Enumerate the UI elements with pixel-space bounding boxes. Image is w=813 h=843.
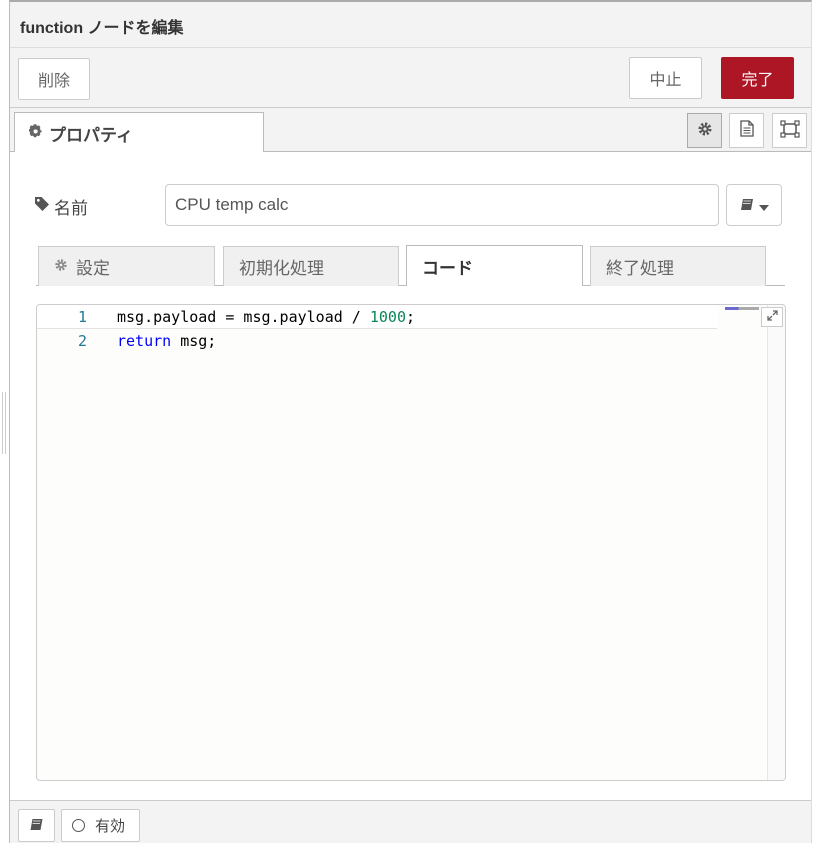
gear-icon xyxy=(28,124,43,142)
code-text: msg.payload = msg.payload / 1000; xyxy=(117,305,415,329)
subtab-finalize-label: 終了処理 xyxy=(606,259,674,279)
dialog-footer: 有効 xyxy=(10,800,811,843)
tab-properties[interactable]: プロパティ xyxy=(14,112,264,153)
gear-icon xyxy=(697,121,713,141)
enable-toggle-label: 有効 xyxy=(95,817,126,835)
code-text: return msg; xyxy=(117,329,216,353)
name-label-text: 名前 xyxy=(54,199,88,219)
name-label: 名前 xyxy=(34,194,88,219)
expand-editor-button[interactable] xyxy=(761,307,783,327)
done-button[interactable]: 完了 xyxy=(721,57,794,99)
code-line-1-text: msg.payload = msg.payload / 1000; xyxy=(117,308,416,326)
function-subtabs: 設定 初期化処理 コード 終了処理 xyxy=(36,245,785,286)
code-editor[interactable]: 1 msg.payload = msg.payload / 1000; 2 re… xyxy=(36,304,786,781)
gear-icon xyxy=(54,258,68,276)
line-number: 1 xyxy=(77,308,87,326)
code-line-2-text: return msg; xyxy=(117,332,217,350)
delete-button[interactable]: 削除 xyxy=(18,58,90,100)
dialog-header: function ノードを編集 xyxy=(10,2,811,48)
tab-bar: プロパティ xyxy=(10,108,811,153)
library-button[interactable] xyxy=(726,184,782,226)
dialog-toolbar: 削除 中止 完了 xyxy=(10,48,811,108)
enable-toggle[interactable]: 有効 xyxy=(61,809,140,842)
name-row: 名前 CPU temp calc xyxy=(34,184,794,226)
subtab-code-label: コード xyxy=(422,258,473,279)
circle-icon xyxy=(72,819,85,832)
edit-dialog: function ノードを編集 削除 中止 完了 プロパティ 名前 CPU te… xyxy=(9,0,812,843)
book-icon xyxy=(740,196,754,215)
document-icon xyxy=(739,120,754,141)
tag-icon xyxy=(34,196,50,217)
expand-icon xyxy=(766,310,778,324)
properties-panel: 名前 CPU temp calc 設定 初期化処理 コード 終了処理 1 msg… xyxy=(10,152,811,800)
appearance-tab-button[interactable] xyxy=(772,113,807,148)
subtab-finalize[interactable]: 終了処理 xyxy=(590,246,766,286)
subtab-setup[interactable]: 設定 xyxy=(38,246,215,286)
book-icon xyxy=(29,816,44,835)
chevron-down-icon xyxy=(758,196,769,215)
cancel-button[interactable]: 中止 xyxy=(629,57,702,99)
tab-properties-label: プロパティ xyxy=(49,125,133,146)
minimap[interactable] xyxy=(725,307,759,310)
sidebar-resize-handle[interactable] xyxy=(2,392,6,454)
description-tab-button[interactable] xyxy=(729,113,764,148)
subtab-code[interactable]: コード xyxy=(406,245,583,286)
frame-icon xyxy=(779,119,800,142)
dialog-title: function ノードを編集 xyxy=(20,20,184,37)
settings-tab-button[interactable] xyxy=(687,113,722,148)
subtab-setup-label: 設定 xyxy=(76,259,110,279)
code-line[interactable]: 1 msg.payload = msg.payload / 1000; xyxy=(37,305,717,329)
line-number: 2 xyxy=(77,332,87,350)
name-input[interactable]: CPU temp calc xyxy=(165,184,719,226)
code-line[interactable]: 2 return msg; xyxy=(37,329,717,353)
node-help-button[interactable] xyxy=(18,809,55,842)
subtab-init-label: 初期化処理 xyxy=(239,259,324,279)
subtab-init[interactable]: 初期化処理 xyxy=(223,246,399,286)
editor-scrollbar[interactable] xyxy=(767,305,785,780)
